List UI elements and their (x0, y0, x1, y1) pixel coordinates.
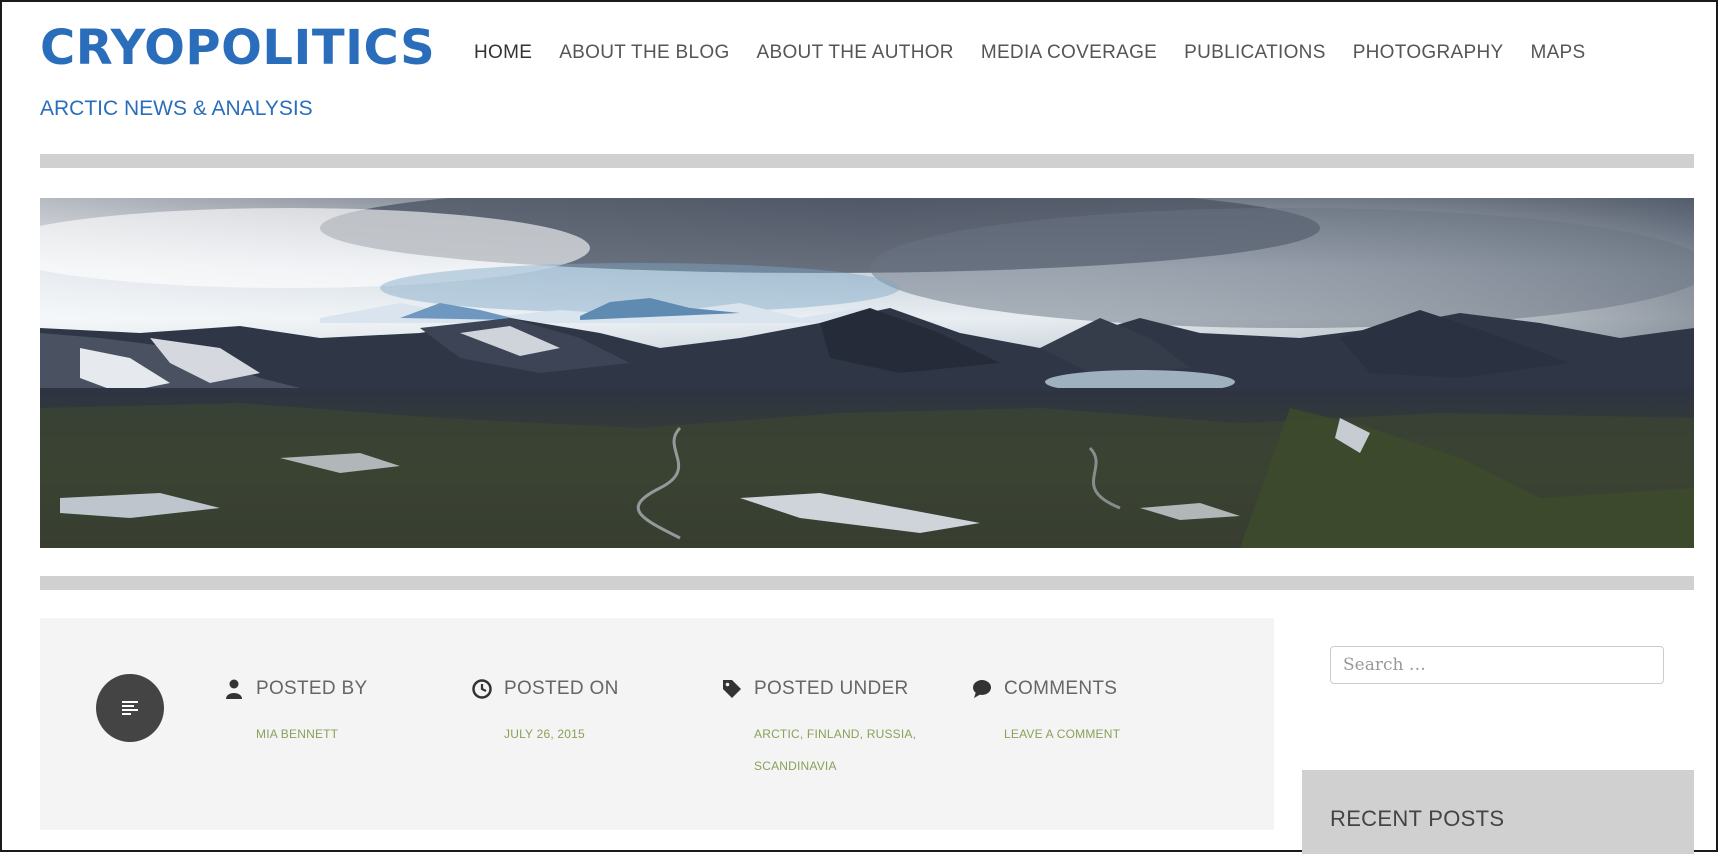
nav-item-about-the-blog[interactable]: ABOUT THE BLOG (559, 42, 729, 64)
clock-icon (472, 678, 492, 700)
content-divider (40, 576, 1694, 590)
tag-icon (722, 678, 742, 700)
meta-posted-by: POSTED BY MIA BENNETT (224, 678, 367, 750)
user-icon (224, 678, 244, 700)
meta-posted-under: POSTED UNDER ARCTIC, FINLAND, RUSSIA, SC… (722, 678, 916, 782)
header-divider (40, 154, 1694, 168)
nav-item-media-coverage[interactable]: MEDIA COVERAGE (981, 42, 1157, 64)
recent-posts-widget: RECENT POSTS (1302, 770, 1694, 854)
nav-item-maps[interactable]: MAPS (1530, 42, 1585, 64)
recent-posts-title: RECENT POSTS (1330, 806, 1505, 831)
main-nav: HOME ABOUT THE BLOG ABOUT THE AUTHOR MED… (474, 42, 1613, 64)
post-meta-panel: POSTED BY MIA BENNETT POSTED ON JULY 26,… (40, 618, 1274, 830)
post-date-link[interactable]: JULY 26, 2015 (504, 727, 585, 741)
posted-under-label: POSTED UNDER (754, 678, 909, 699)
meta-comments: COMMENTS LEAVE A COMMENT (972, 678, 1120, 750)
nav-item-home[interactable]: HOME (474, 42, 532, 64)
site-title[interactable]: CRYOPOLITICS (40, 24, 435, 72)
comments-label: COMMENTS (1004, 678, 1118, 699)
categories-link-line1[interactable]: ARCTIC, FINLAND, RUSSIA, (754, 727, 916, 741)
nav-item-photography[interactable]: PHOTOGRAPHY (1353, 42, 1504, 64)
nav-item-about-the-author[interactable]: ABOUT THE AUTHOR (757, 42, 954, 64)
meta-posted-on: POSTED ON JULY 26, 2015 (472, 678, 619, 750)
landscape-illustration (40, 198, 1694, 548)
categories-link-line2[interactable]: SCANDINAVIA (754, 759, 837, 773)
site-tagline: ARCTIC NEWS & ANALYSIS (40, 97, 313, 120)
leave-comment-link[interactable]: LEAVE A COMMENT (1004, 727, 1120, 741)
comment-icon (972, 678, 992, 700)
search-input[interactable] (1330, 646, 1664, 684)
posted-by-label: POSTED BY (256, 678, 368, 699)
text-format-icon (122, 701, 138, 715)
hero-banner-image (40, 198, 1694, 548)
author-link[interactable]: MIA BENNETT (256, 727, 338, 741)
nav-item-publications[interactable]: PUBLICATIONS (1184, 42, 1326, 64)
posted-on-label: POSTED ON (504, 678, 619, 699)
post-format-button[interactable] (96, 674, 164, 742)
